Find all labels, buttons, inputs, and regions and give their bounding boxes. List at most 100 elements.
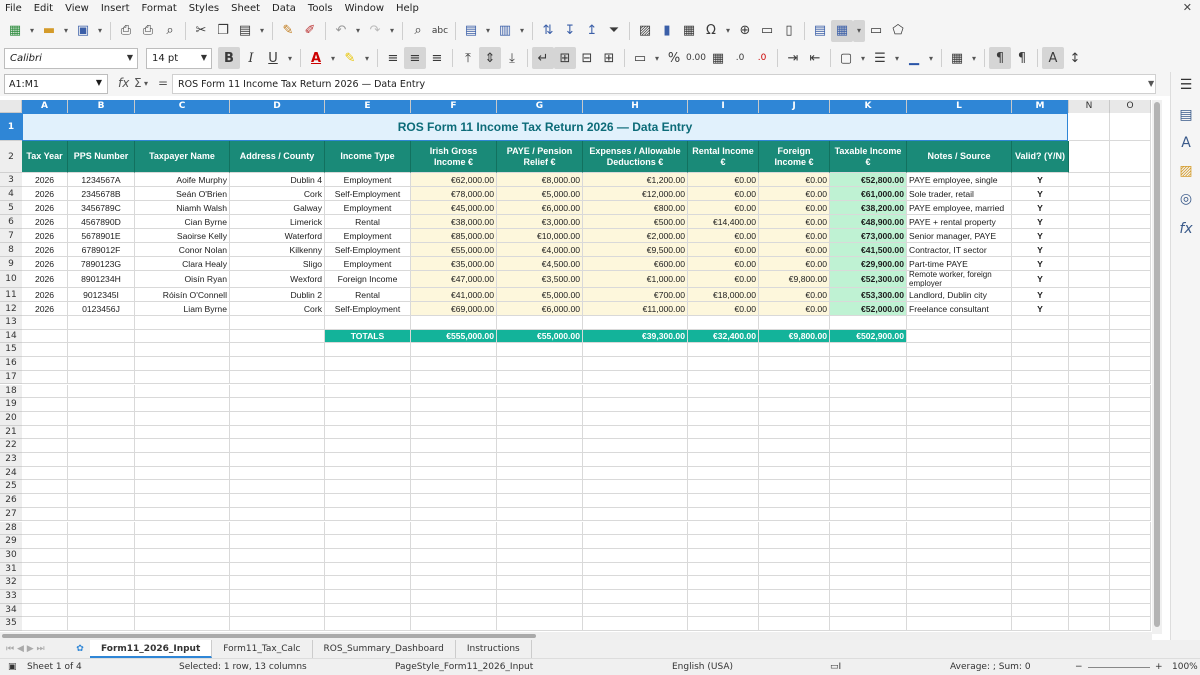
sheet-tab[interactable]: ROS_Summary_Dashboard (313, 640, 456, 658)
empty-cell[interactable] (1012, 343, 1069, 358)
empty-cell[interactable] (1012, 384, 1069, 399)
empty-cell[interactable] (411, 439, 497, 453)
data-cell[interactable]: Galway (230, 201, 325, 215)
empty-cell[interactable] (325, 603, 411, 618)
empty-cell[interactable] (325, 425, 411, 440)
empty-cell[interactable] (325, 590, 411, 604)
empty-cell[interactable] (1069, 480, 1110, 495)
data-cell[interactable]: 2026 (22, 215, 68, 229)
empty-cell[interactable] (907, 370, 1012, 385)
selection-mode-icon[interactable]: ▭I (830, 662, 841, 672)
borders-dropdown-icon[interactable]: ▾ (857, 47, 869, 69)
empty-cell[interactable] (1069, 343, 1110, 358)
column-title-cell[interactable]: Tax Year (22, 141, 68, 173)
menu-item[interactable]: Data (267, 3, 303, 14)
empty-cell[interactable] (1069, 187, 1110, 201)
row-header[interactable]: 16 (0, 357, 22, 371)
data-cell[interactable]: Waterford (230, 229, 325, 243)
clear-formatting-icon[interactable]: ✐ (299, 20, 321, 42)
data-cell[interactable]: Contractor, IT sector (907, 243, 1012, 257)
open-dropdown-icon[interactable]: ▾ (60, 20, 72, 42)
row-header[interactable]: 12 (0, 302, 22, 316)
row-header[interactable]: 31 (0, 562, 22, 577)
column-icon[interactable]: ▥ (494, 20, 516, 42)
autofilter-icon[interactable]: ⏷ (603, 20, 625, 42)
empty-cell[interactable] (22, 617, 68, 632)
empty-cell[interactable] (1069, 494, 1110, 508)
empty-cell[interactable] (135, 357, 230, 371)
empty-cell[interactable] (907, 603, 1012, 618)
column-header[interactable]: A (22, 100, 68, 113)
empty-cell[interactable] (1110, 113, 1151, 141)
row-header[interactable]: 26 (0, 494, 22, 508)
empty-cell[interactable] (68, 316, 135, 330)
data-cell[interactable]: Employment (325, 201, 411, 215)
new-dropdown-icon[interactable]: ▾ (26, 20, 38, 42)
column-header[interactable]: F (411, 100, 497, 113)
empty-cell[interactable] (22, 535, 68, 549)
empty-cell[interactable] (1012, 329, 1069, 344)
undo-dropdown-icon[interactable]: ▾ (352, 20, 364, 42)
column-header[interactable]: C (135, 100, 230, 113)
empty-cell[interactable] (230, 316, 325, 330)
data-cell[interactable]: €53,300.00 (830, 288, 907, 302)
empty-cell[interactable] (22, 548, 68, 563)
empty-cell[interactable] (497, 343, 583, 358)
empty-cell[interactable] (583, 384, 688, 399)
row-header[interactable]: 33 (0, 590, 22, 604)
empty-cell[interactable] (1110, 357, 1151, 371)
empty-cell[interactable] (583, 617, 688, 632)
data-cell[interactable]: €0.00 (759, 229, 830, 243)
border-style-dropdown-icon[interactable]: ▾ (891, 47, 903, 69)
empty-cell[interactable] (759, 384, 830, 399)
data-cell[interactable]: Conor Nolan (135, 243, 230, 257)
totals-label-cell[interactable]: TOTALS (325, 329, 411, 344)
empty-cell[interactable] (1069, 562, 1110, 577)
empty-cell[interactable] (68, 384, 135, 399)
language-status[interactable]: English (USA) (672, 662, 733, 672)
data-cell[interactable]: €6,000.00 (497, 201, 583, 215)
empty-cell[interactable] (1069, 141, 1110, 173)
empty-cell[interactable] (759, 576, 830, 590)
empty-cell[interactable] (1069, 384, 1110, 399)
font-name-box[interactable]: Calibri ▼ (4, 47, 138, 69)
empty-cell[interactable] (1069, 507, 1110, 522)
empty-cell[interactable] (68, 398, 135, 412)
align-bottom-icon[interactable]: ⤓ (501, 47, 523, 69)
empty-cell[interactable] (1069, 113, 1110, 141)
empty-cell[interactable] (230, 480, 325, 495)
data-cell[interactable]: €12,000.00 (583, 187, 688, 201)
sort-ascending-icon[interactable]: ↧ (559, 20, 581, 42)
formula-icon[interactable]: = (158, 76, 168, 90)
data-cell[interactable]: Seán O'Brien (135, 187, 230, 201)
empty-cell[interactable] (68, 617, 135, 632)
empty-cell[interactable] (688, 453, 759, 467)
data-cell[interactable]: PAYE + rental property (907, 215, 1012, 229)
empty-cell[interactable] (1012, 494, 1069, 508)
empty-cell[interactable] (830, 439, 907, 453)
column-title-cell[interactable]: Taxpayer Name (135, 141, 230, 173)
empty-cell[interactable] (497, 370, 583, 385)
border-color-dropdown-icon[interactable]: ▾ (925, 47, 937, 69)
empty-cell[interactable] (411, 480, 497, 495)
empty-cell[interactable] (907, 384, 1012, 399)
chevron-down-icon[interactable]: ▼ (201, 53, 207, 62)
data-cell[interactable]: Self-Employment (325, 187, 411, 201)
row-dropdown-icon[interactable]: ▾ (482, 20, 494, 42)
data-cell[interactable]: 0123456J (68, 302, 135, 316)
sheet-tab[interactable]: Form11_Tax_Calc (212, 640, 313, 658)
empty-cell[interactable] (1069, 603, 1110, 618)
empty-cell[interactable] (135, 370, 230, 385)
empty-cell[interactable] (907, 411, 1012, 426)
empty-cell[interactable] (1110, 617, 1151, 632)
empty-cell[interactable] (1110, 439, 1151, 453)
empty-cell[interactable] (1012, 562, 1069, 577)
empty-cell[interactable] (759, 316, 830, 330)
column-title-cell[interactable]: Valid? (Y/N) (1012, 141, 1069, 173)
data-cell[interactable]: €0.00 (759, 257, 830, 271)
empty-cell[interactable] (1110, 548, 1151, 563)
empty-cell[interactable] (230, 617, 325, 632)
border-style-icon[interactable]: ☰ (869, 47, 891, 69)
empty-cell[interactable] (830, 535, 907, 549)
empty-cell[interactable] (688, 439, 759, 453)
